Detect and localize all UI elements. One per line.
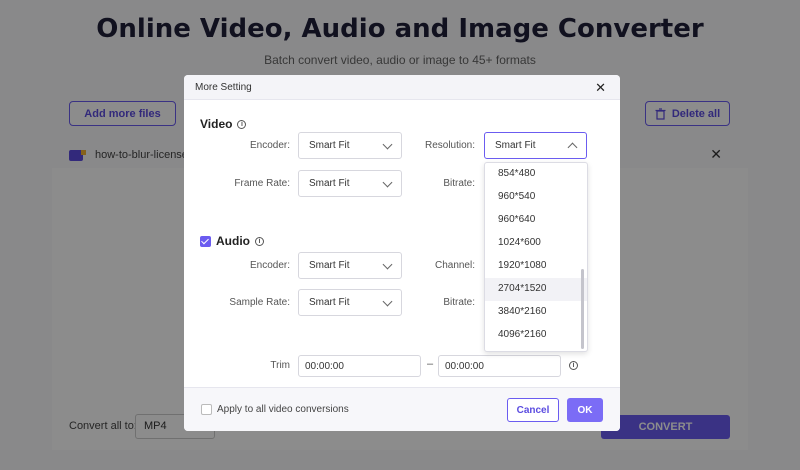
- dialog-footer: Apply to all video conversions Cancel OK: [184, 387, 620, 431]
- resolution-select[interactable]: Smart Fit: [484, 132, 587, 159]
- resolution-option[interactable]: 1024*600: [485, 232, 587, 255]
- chevron-up-icon: [567, 142, 578, 153]
- ok-label: OK: [577, 404, 593, 416]
- resolution-option[interactable]: 1920*1080: [485, 255, 587, 278]
- video-info-icon[interactable]: i: [237, 119, 247, 129]
- audio-bitrate-label: Bitrate:: [443, 297, 475, 308]
- trim-info-icon[interactable]: i: [569, 361, 578, 370]
- sample-rate-value: Smart Fit: [309, 297, 350, 308]
- ok-button[interactable]: OK: [567, 398, 603, 422]
- resolution-value: Smart Fit: [495, 140, 536, 151]
- dropdown-scrollbar[interactable]: [581, 269, 584, 349]
- resolution-option[interactable]: 2704*1520: [485, 278, 587, 301]
- apply-all-option[interactable]: Apply to all video conversions: [201, 404, 349, 415]
- audio-title: Audio: [216, 234, 250, 248]
- cancel-label: Cancel: [516, 404, 550, 416]
- apply-all-checkbox[interactable]: [201, 404, 212, 415]
- trim-label: Trim: [270, 360, 290, 371]
- resolution-options: 854*480 960*540 960*640 1024*600 1920*1080 27…: [485, 163, 587, 347]
- resolution-option[interactable]: 960*540: [485, 186, 587, 209]
- audio-encoder-label: Encoder:: [249, 260, 290, 271]
- audio-checkbox[interactable]: [200, 235, 211, 247]
- resolution-option[interactable]: 960*640: [485, 209, 587, 232]
- apply-all-label: Apply to all video conversions: [217, 404, 349, 415]
- video-section-title: Video i: [200, 117, 247, 131]
- close-icon[interactable]: ✕: [595, 80, 606, 96]
- trim-start-input[interactable]: 00:00:00: [298, 355, 421, 377]
- trim-end-value: 00:00:00: [445, 361, 484, 372]
- frame-rate-value: Smart Fit: [309, 178, 350, 189]
- video-bitrate-label: Bitrate:: [443, 178, 475, 189]
- audio-section-title: Audio i: [200, 234, 264, 248]
- video-title: Video: [200, 117, 233, 131]
- dialog-title: More Setting: [195, 81, 252, 93]
- trim-separator: –: [427, 358, 434, 370]
- resolution-label: Resolution:: [424, 140, 475, 151]
- resolution-option[interactable]: 4096*2160: [485, 324, 587, 347]
- trim-end-input[interactable]: 00:00:00: [438, 355, 561, 377]
- resolution-option[interactable]: 3840*2160: [485, 301, 587, 324]
- frame-rate-label: Frame Rate:: [234, 178, 290, 189]
- resolution-dropdown: 854*480 960*540 960*640 1024*600 1920*1080 27…: [484, 162, 588, 352]
- trim-start-value: 00:00:00: [305, 361, 344, 372]
- cancel-button[interactable]: Cancel: [507, 398, 559, 422]
- resolution-option[interactable]: 854*480: [485, 163, 587, 186]
- audio-info-icon[interactable]: i: [255, 236, 264, 246]
- audio-encoder-value: Smart Fit: [309, 260, 350, 271]
- video-encoder-value: Smart Fit: [309, 140, 350, 151]
- sample-rate-label: Sample Rate:: [229, 297, 290, 308]
- channel-label: Channel:: [434, 260, 475, 271]
- dialog-header: More Setting ✕: [184, 75, 620, 100]
- video-encoder-label: Encoder:: [249, 140, 290, 151]
